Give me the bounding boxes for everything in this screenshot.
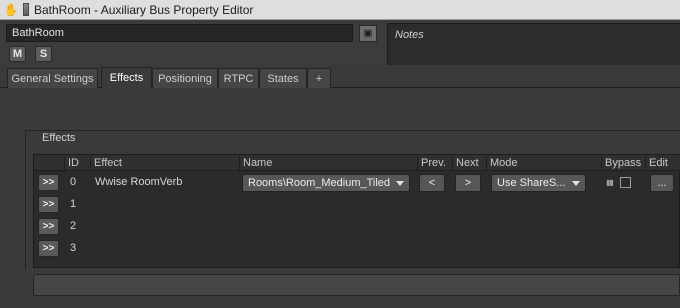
hand-icon: ✋ <box>3 2 19 17</box>
move-effect-button[interactable]: >> <box>38 218 59 235</box>
effect-id: 0 <box>70 176 77 188</box>
tab-bar: General Settings Effects Positioning RTP… <box>0 66 680 88</box>
effect-type: Wwise RoomVerb <box>95 176 183 188</box>
tab-positioning[interactable]: Positioning <box>152 68 218 88</box>
move-effect-button[interactable]: >> <box>38 240 59 257</box>
link-icon: ▣ <box>363 28 373 39</box>
prev-shareset-button[interactable]: < <box>419 174 445 192</box>
link-button[interactable]: ▣ <box>359 25 377 42</box>
solo-button[interactable]: S <box>35 46 52 62</box>
group-divider <box>25 130 680 131</box>
window-title-bar: ✋ BathRoom - Auxiliary Bus Property Edit… <box>0 0 680 20</box>
bypass-icon: ▮▮ <box>606 178 614 187</box>
effects-table: ID Effect Name Prev. Next Mode Bypass Ed… <box>33 154 680 268</box>
effect-details-bar[interactable] <box>33 274 680 296</box>
effect-id: 2 <box>70 220 77 232</box>
column-header-prev[interactable]: Prev. <box>417 156 452 170</box>
column-header-name[interactable]: Name <box>239 156 417 170</box>
window-title: BathRoom - Auxiliary Bus Property Editor <box>34 2 254 17</box>
tab-rtpc[interactable]: RTPC <box>218 68 259 88</box>
column-header-edit[interactable]: Edit <box>645 156 680 170</box>
shareset-name-dropdown[interactable]: Rooms\Room_Medium_Tiled <box>242 174 410 192</box>
column-header-id[interactable]: ID <box>64 156 90 170</box>
chevron-down-icon <box>572 181 580 186</box>
chevron-down-icon <box>396 181 404 186</box>
notes-placeholder: Notes <box>395 29 424 41</box>
tab-states[interactable]: States <box>259 68 307 88</box>
effect-id: 3 <box>70 242 77 254</box>
object-name-field[interactable]: BathRoom <box>6 24 353 42</box>
table-row: >> 1 <box>34 194 680 216</box>
tab-add[interactable]: + <box>307 68 331 88</box>
tab-effects[interactable]: Effects <box>101 67 152 88</box>
aux-bus-icon <box>23 3 29 16</box>
effects-group-label: Effects <box>38 132 80 144</box>
mode-value: Use ShareS... <box>497 177 566 189</box>
column-header-next[interactable]: Next <box>452 156 486 170</box>
move-effect-button[interactable]: >> <box>38 196 59 213</box>
bypass-checkbox[interactable] <box>620 177 631 188</box>
table-row: >> 0 Wwise RoomVerb Rooms\Room_Medium_Ti… <box>34 172 680 194</box>
tab-general-settings[interactable]: General Settings <box>7 68 98 88</box>
column-header-mode[interactable]: Mode <box>486 156 601 170</box>
group-border <box>25 130 26 270</box>
mode-dropdown[interactable]: Use ShareS... <box>491 174 586 192</box>
table-row: >> 2 <box>34 216 680 238</box>
move-effect-button[interactable]: >> <box>38 174 59 191</box>
column-header-bypass[interactable]: Bypass <box>601 156 645 170</box>
notes-field[interactable]: Notes <box>387 23 680 65</box>
table-row: >> 3 <box>34 238 680 260</box>
next-shareset-button[interactable]: > <box>455 174 481 192</box>
edit-effect-button[interactable]: ... <box>650 174 674 192</box>
effects-panel: Effects ID Effect Name Prev. Next Mode B… <box>0 88 680 308</box>
column-header-effect[interactable]: Effect <box>90 156 239 170</box>
shareset-name-value: Rooms\Room_Medium_Tiled <box>248 177 391 189</box>
effect-id: 1 <box>70 198 77 210</box>
table-header: ID Effect Name Prev. Next Mode Bypass Ed… <box>34 155 680 171</box>
mute-button[interactable]: M <box>9 46 26 62</box>
